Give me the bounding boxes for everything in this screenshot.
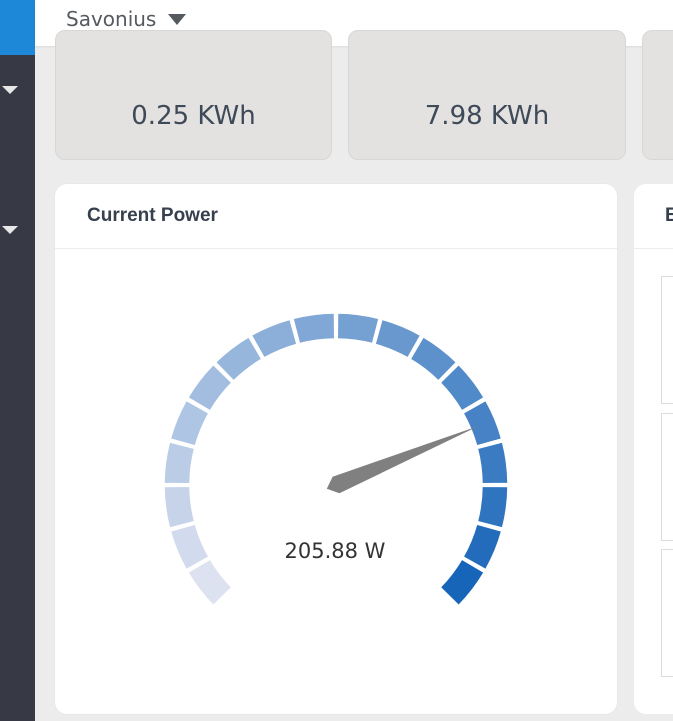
gauge-needle <box>326 425 480 494</box>
gauge-segment <box>476 441 509 485</box>
gauge-segment <box>439 558 486 607</box>
energy-stat-card: 0.25 KWh <box>55 30 332 160</box>
side-panel: E <box>634 184 673 714</box>
energy-stat-value: 0.25 KWh <box>131 101 256 131</box>
panel-title: E <box>665 205 673 226</box>
gauge-segment <box>476 485 509 529</box>
power-gauge: 205.88 W <box>163 312 509 607</box>
chevron-down-icon[interactable] <box>2 226 18 234</box>
power-reading: 205.88 W <box>285 539 386 563</box>
panel-header: E <box>634 184 673 249</box>
energy-stat-card: 7.98 KWh <box>348 30 626 160</box>
chevron-down-icon[interactable] <box>2 86 18 94</box>
list-item <box>661 276 673 404</box>
sidebar-active-indicator <box>0 0 35 55</box>
list-item <box>661 413 673 541</box>
list-item <box>661 549 673 677</box>
energy-stat-card <box>642 30 673 160</box>
caret-down-icon <box>168 13 187 25</box>
sidebar <box>0 0 35 721</box>
device-name: Savonius <box>66 7 157 31</box>
gauge-segment <box>163 485 196 529</box>
current-power-panel: Current Power 205.88 W <box>55 184 617 714</box>
gauge-segment <box>163 441 196 485</box>
device-selector[interactable]: Savonius <box>66 6 187 32</box>
gauge-segment <box>186 558 233 607</box>
gauge-segment <box>292 312 336 345</box>
gauge-segment <box>336 312 380 345</box>
energy-stat-value: 7.98 KWh <box>424 101 550 131</box>
